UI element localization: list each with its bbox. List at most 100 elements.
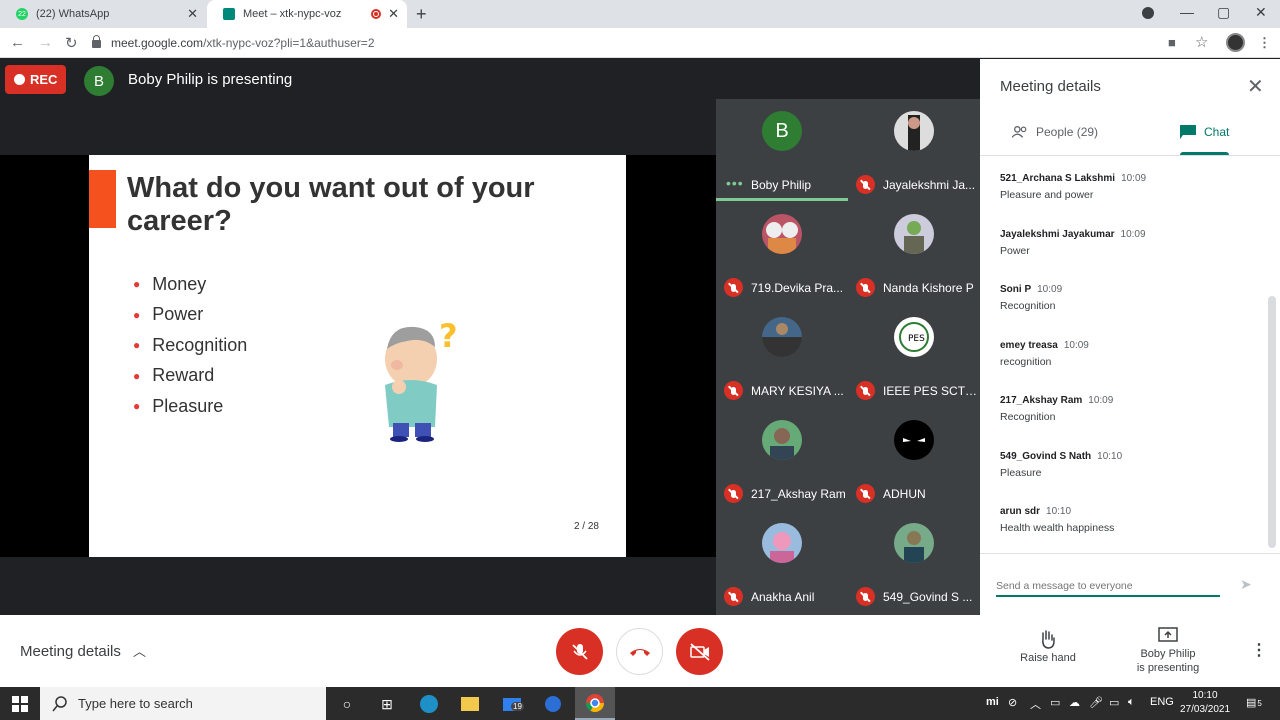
- chat-message: 217_Akshay Ram 10:09 Recognition: [1000, 395, 1260, 451]
- participant-tile[interactable]: 217_Akshay Ram: [716, 408, 848, 511]
- cortana-icon[interactable]: ○: [336, 693, 358, 715]
- bullet-item: ● Money: [133, 273, 207, 294]
- participant-name: 217_Akshay Ram: [751, 487, 846, 501]
- url-field[interactable]: meet.google.com/xtk-nypc-voz?pli=1&authu…: [92, 31, 1192, 55]
- language-indicator[interactable]: ENG: [1150, 696, 1174, 708]
- tab-meet[interactable]: Meet – xtk-nypc-voz ✕: [207, 0, 407, 28]
- participant-tile[interactable]: 549_Govind S ...: [848, 511, 980, 614]
- clock-date: 27/03/2021: [1180, 704, 1231, 715]
- participant-name: ADHUN: [883, 487, 926, 501]
- chrome-menu-icon[interactable]: ⋮: [1258, 35, 1271, 51]
- participant-tile[interactable]: MARY KESIYA ...: [716, 305, 848, 408]
- notification-count: 5: [1257, 699, 1262, 708]
- participant-name: MARY KESIYA ...: [751, 384, 844, 398]
- tab-chat-label: Chat: [1204, 125, 1230, 139]
- security-icon[interactable]: [542, 693, 564, 715]
- participant-tile[interactable]: Anakha Anil: [716, 511, 848, 614]
- close-tab-icon[interactable]: ✕: [388, 6, 399, 22]
- close-tab-icon[interactable]: ✕: [187, 6, 198, 22]
- mail-badge: 19: [511, 702, 524, 711]
- participant-avatar: B: [762, 111, 802, 151]
- meet-controls-bar: Meeting details ︿ Raise hand Boby Philip…: [0, 615, 1280, 687]
- reload-button[interactable]: ↻: [65, 34, 78, 52]
- task-view-icon[interactable]: ⊞: [376, 693, 398, 715]
- message-time: 10:09: [1088, 395, 1114, 406]
- presentation-button[interactable]: Boby Philip is presenting: [1130, 627, 1206, 675]
- edge-icon[interactable]: [418, 693, 440, 715]
- taskbar-search[interactable]: Type here to search: [40, 687, 326, 720]
- mic-toggle-button[interactable]: [556, 628, 603, 675]
- maximize-button[interactable]: ▢: [1217, 4, 1230, 21]
- presenting-line1: Boby Philip: [1140, 648, 1196, 660]
- mic-off-icon: [856, 278, 875, 297]
- leave-call-button[interactable]: [616, 628, 663, 675]
- participant-tile[interactable]: PES IEEE PES SCTSB: [848, 305, 980, 408]
- message-time: 10:09: [1121, 173, 1147, 184]
- profile-avatar[interactable]: [1226, 33, 1245, 52]
- chat-scrollbar[interactable]: [1268, 296, 1276, 548]
- clock-time: 10:10: [1192, 690, 1218, 701]
- new-tab-button[interactable]: +: [416, 4, 427, 25]
- chat-message: Jayalekshmi Jayakumar 10:09 Power: [1000, 229, 1260, 285]
- camera-off-icon: [689, 642, 710, 661]
- meeting-details-panel: Meeting details ✕ People (29) Chat 521_A…: [980, 59, 1280, 615]
- participant-tile[interactable]: B ••• Boby Philip: [716, 99, 848, 202]
- tab-whatsapp[interactable]: 22 (22) WhatsApp ✕: [0, 0, 206, 28]
- presenting-banner: Boby Philip is presenting: [128, 71, 293, 88]
- message-sender: emey treasa: [1000, 339, 1058, 351]
- mi-icon[interactable]: mi: [986, 696, 999, 708]
- tab-people[interactable]: People (29): [1012, 125, 1098, 139]
- slide-bullets: ● Money ● Power ● Recognition ● Reward ● Plea…: [133, 269, 247, 422]
- file-explorer-icon[interactable]: [459, 693, 481, 715]
- windows-start-icon[interactable]: [12, 696, 28, 712]
- participant-tile[interactable]: Jayalekshmi Ja...: [848, 99, 980, 202]
- hand-icon: [1042, 630, 1055, 649]
- raise-hand-button[interactable]: Raise hand: [1020, 629, 1076, 664]
- active-speaker-bar: [716, 198, 848, 201]
- device-icon[interactable]: ▭: [1050, 696, 1060, 709]
- participant-name: Boby Philip: [751, 178, 812, 192]
- app-tray-icon[interactable]: ⊘: [1008, 696, 1017, 709]
- search-icon: [52, 695, 67, 711]
- forward-button[interactable]: →: [38, 34, 53, 51]
- url-host: meet.google.com: [111, 36, 204, 50]
- close-window-button[interactable]: ✕: [1255, 4, 1267, 21]
- microphone-icon[interactable]: 🎤︎: [1089, 696, 1103, 709]
- tab-people-label: People (29): [1036, 125, 1099, 139]
- participant-avatar: [762, 420, 802, 460]
- chat-message-input[interactable]: [996, 577, 1220, 597]
- notification-icon[interactable]: ▤5: [1246, 696, 1262, 709]
- mail-icon[interactable]: 19: [501, 693, 524, 715]
- volume-icon[interactable]: 🔈︎: [1128, 696, 1135, 709]
- chrome-taskbar-item[interactable]: [575, 687, 615, 720]
- star-icon[interactable]: ☆: [1195, 33, 1208, 51]
- meet-stage: REC B Boby Philip is presenting What do …: [0, 59, 980, 615]
- onedrive-icon[interactable]: ☁: [1069, 696, 1080, 709]
- close-panel-icon[interactable]: ✕: [1247, 74, 1264, 99]
- chat-messages: 521_Archana S Lakshmi 10:09 Pleasure and p…: [1000, 173, 1260, 562]
- message-sender: Soni P: [1000, 284, 1032, 295]
- chevron-up-icon[interactable]: ︿: [133, 641, 146, 660]
- lock-icon: [92, 35, 101, 48]
- participant-tile[interactable]: 719.Devika Pra...: [716, 202, 848, 305]
- minimize-button[interactable]: —: [1180, 4, 1194, 20]
- send-icon[interactable]: ➤: [1240, 576, 1252, 593]
- participant-tile[interactable]: Nanda Kishore P: [848, 202, 980, 305]
- back-button[interactable]: ←: [10, 34, 25, 51]
- meeting-details-button[interactable]: Meeting details: [20, 643, 121, 660]
- mic-off-icon: [571, 643, 588, 660]
- slide: What do you want out of your career? ● Mo…: [89, 155, 626, 557]
- chevron-up-icon[interactable]: ︿: [1030, 696, 1041, 712]
- network-icon[interactable]: ▭: [1109, 696, 1119, 709]
- tab-chat[interactable]: Chat: [1180, 125, 1229, 139]
- rec-badge: REC: [5, 65, 66, 94]
- chrome-icon: [586, 694, 604, 713]
- taskbar-clock[interactable]: 10:10 27/03/2021: [1180, 689, 1230, 717]
- more-options-icon[interactable]: ⋮: [1251, 640, 1267, 660]
- hang-up-icon: [629, 648, 650, 656]
- whatsapp-icon: 22: [16, 8, 28, 20]
- tab-search-icon[interactable]: [1142, 7, 1154, 19]
- camera-icon[interactable]: ■: [1168, 35, 1176, 50]
- camera-toggle-button[interactable]: [676, 628, 723, 675]
- participant-tile[interactable]: ADHUN: [848, 408, 980, 511]
